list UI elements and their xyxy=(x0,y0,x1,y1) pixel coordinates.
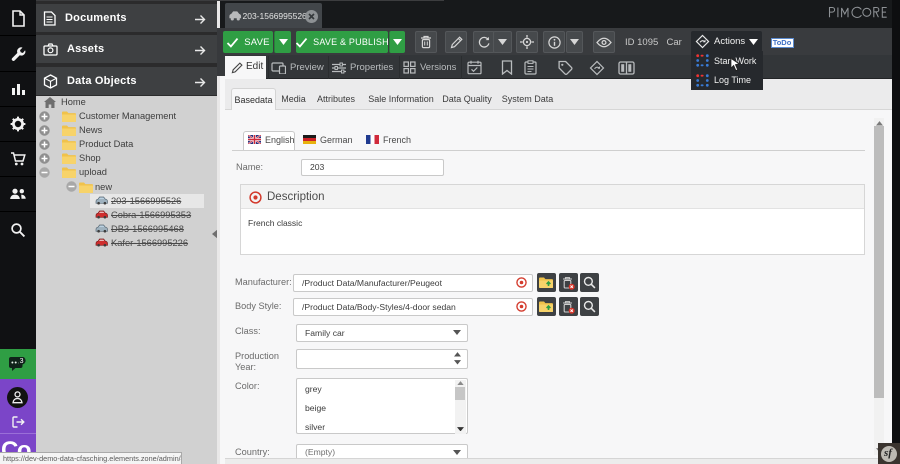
svg-text:3: 3 xyxy=(20,358,24,365)
